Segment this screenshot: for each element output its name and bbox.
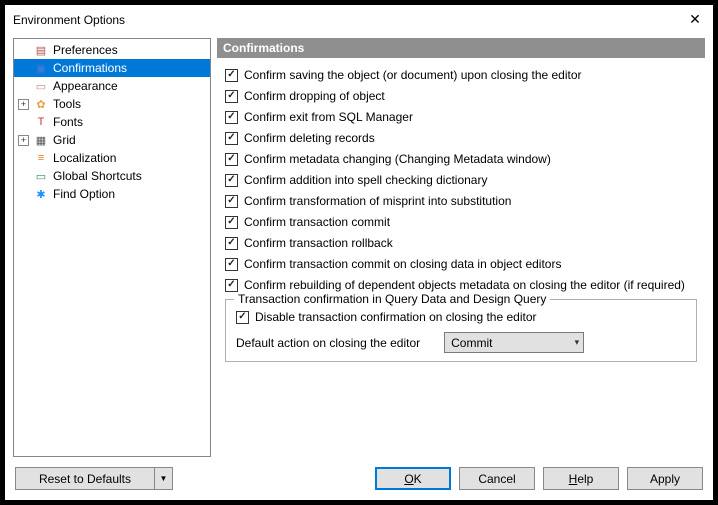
check-label: Confirm exit from SQL Manager <box>244 110 413 124</box>
checkbox-icon[interactable] <box>225 258 238 271</box>
checkbox-icon[interactable] <box>225 153 238 166</box>
reset-button[interactable]: Reset to Defaults <box>15 467 155 490</box>
default-action-dropdown[interactable]: Commit ▾ <box>444 332 584 353</box>
tree-item-find[interactable]: ✱ Find Option <box>14 185 210 203</box>
footer: Reset to Defaults ▼ OK Cancel Help Apply <box>5 457 713 500</box>
tree-label: Preferences <box>53 43 118 57</box>
grid-icon: ▦ <box>33 132 49 148</box>
checkbox-icon[interactable] <box>225 279 238 292</box>
dropdown-value: Commit <box>451 336 492 350</box>
check-label: Confirm transaction commit <box>244 215 390 229</box>
check-row[interactable]: Confirm rebuilding of dependent objects … <box>225 278 697 292</box>
check-row[interactable]: Confirm saving the object (or document) … <box>225 68 697 82</box>
keys-icon: ▭ <box>33 168 49 184</box>
window-title: Environment Options <box>13 13 125 27</box>
tree-label: Global Shortcuts <box>53 169 142 183</box>
check-label: Confirm metadata changing (Changing Meta… <box>244 152 551 166</box>
tree-label: Fonts <box>53 115 83 129</box>
tree-label: Localization <box>53 151 116 165</box>
tree-item-appearance[interactable]: ▭ Appearance <box>14 77 210 95</box>
checkbox-icon[interactable] <box>225 216 238 229</box>
titlebar: Environment Options ✕ <box>5 5 713 34</box>
options-area: Confirm saving the object (or document) … <box>217 58 705 457</box>
check-row[interactable]: Confirm deleting records <box>225 131 697 145</box>
checkbox-icon[interactable] <box>236 311 249 324</box>
check-row[interactable]: Confirm addition into spell checking dic… <box>225 173 697 187</box>
check-label: Confirm deleting records <box>244 131 375 145</box>
pref-icon: ▤ <box>33 42 49 58</box>
font-icon: T <box>33 114 49 130</box>
tree-label: Appearance <box>53 79 118 93</box>
check-label: Confirm dropping of object <box>244 89 385 103</box>
tree-label: Tools <box>53 97 81 111</box>
check-row[interactable]: Confirm transformation of misprint into … <box>225 194 697 208</box>
app-icon: ▭ <box>33 78 49 94</box>
check-row[interactable]: Confirm transaction rollback <box>225 236 697 250</box>
tree-item-preferences[interactable]: ▤ Preferences <box>14 41 210 59</box>
tree-label: Confirmations <box>53 61 127 75</box>
check-label: Confirm transformation of misprint into … <box>244 194 511 208</box>
nav-tree[interactable]: ▤ Preferences ▣ Confirmations ▭ Appearan… <box>13 38 211 457</box>
checkbox-icon[interactable] <box>225 69 238 82</box>
check-label: Confirm transaction commit on closing da… <box>244 257 561 271</box>
check-row[interactable]: Confirm transaction commit <box>225 215 697 229</box>
tree-item-confirmations[interactable]: ▣ Confirmations <box>14 59 210 77</box>
checkbox-icon[interactable] <box>225 132 238 145</box>
check-label: Confirm saving the object (or document) … <box>244 68 582 82</box>
check-row[interactable]: Confirm exit from SQL Manager <box>225 110 697 124</box>
chevron-down-icon: ▾ <box>575 337 580 348</box>
expander-icon[interactable]: + <box>18 135 29 146</box>
loc-icon: ≡ <box>33 150 49 166</box>
help-button[interactable]: Help <box>543 467 619 490</box>
tools-icon: ✿ <box>33 96 49 112</box>
find-icon: ✱ <box>33 186 49 202</box>
detail-panel: Confirmations Confirm saving the object … <box>217 38 705 457</box>
apply-button[interactable]: Apply <box>627 467 703 490</box>
check-row[interactable]: Disable transaction confirmation on clos… <box>236 310 686 324</box>
tree-item-shortcuts[interactable]: ▭ Global Shortcuts <box>14 167 210 185</box>
section-title: Confirmations <box>217 38 705 58</box>
content-area: ▤ Preferences ▣ Confirmations ▭ Appearan… <box>5 34 713 457</box>
check-row[interactable]: Confirm transaction commit on closing da… <box>225 257 697 271</box>
checkbox-icon[interactable] <box>225 174 238 187</box>
tree-item-fonts[interactable]: T Fonts <box>14 113 210 131</box>
reset-split-button[interactable]: Reset to Defaults ▼ <box>15 467 173 490</box>
tree-item-localization[interactable]: ≡ Localization <box>14 149 210 167</box>
check-label: Confirm rebuilding of dependent objects … <box>244 278 685 292</box>
tree-label: Find Option <box>53 187 115 201</box>
reset-dropdown-arrow[interactable]: ▼ <box>155 467 173 490</box>
close-icon[interactable]: ✕ <box>685 11 705 28</box>
cancel-button[interactable]: Cancel <box>459 467 535 490</box>
checkbox-icon[interactable] <box>225 237 238 250</box>
check-label: Disable transaction confirmation on clos… <box>255 310 536 324</box>
default-action-row: Default action on closing the editor Com… <box>236 332 686 353</box>
checkbox-icon[interactable] <box>225 195 238 208</box>
check-label: Confirm addition into spell checking dic… <box>244 173 487 187</box>
transaction-group: Transaction confirmation in Query Data a… <box>225 299 697 362</box>
ok-button[interactable]: OK <box>375 467 451 490</box>
dialog-window: Environment Options ✕ ▤ Preferences ▣ Co… <box>4 4 714 501</box>
tree-item-tools[interactable]: + ✿ Tools <box>14 95 210 113</box>
group-title: Transaction confirmation in Query Data a… <box>234 292 550 306</box>
tree-item-grid[interactable]: + ▦ Grid <box>14 131 210 149</box>
check-row[interactable]: Confirm metadata changing (Changing Meta… <box>225 152 697 166</box>
conf-icon: ▣ <box>33 60 49 76</box>
expander-icon[interactable]: + <box>18 99 29 110</box>
default-action-label: Default action on closing the editor <box>236 336 420 350</box>
checkbox-icon[interactable] <box>225 111 238 124</box>
tree-label: Grid <box>53 133 76 147</box>
check-row[interactable]: Confirm dropping of object <box>225 89 697 103</box>
check-label: Confirm transaction rollback <box>244 236 393 250</box>
checkbox-icon[interactable] <box>225 90 238 103</box>
